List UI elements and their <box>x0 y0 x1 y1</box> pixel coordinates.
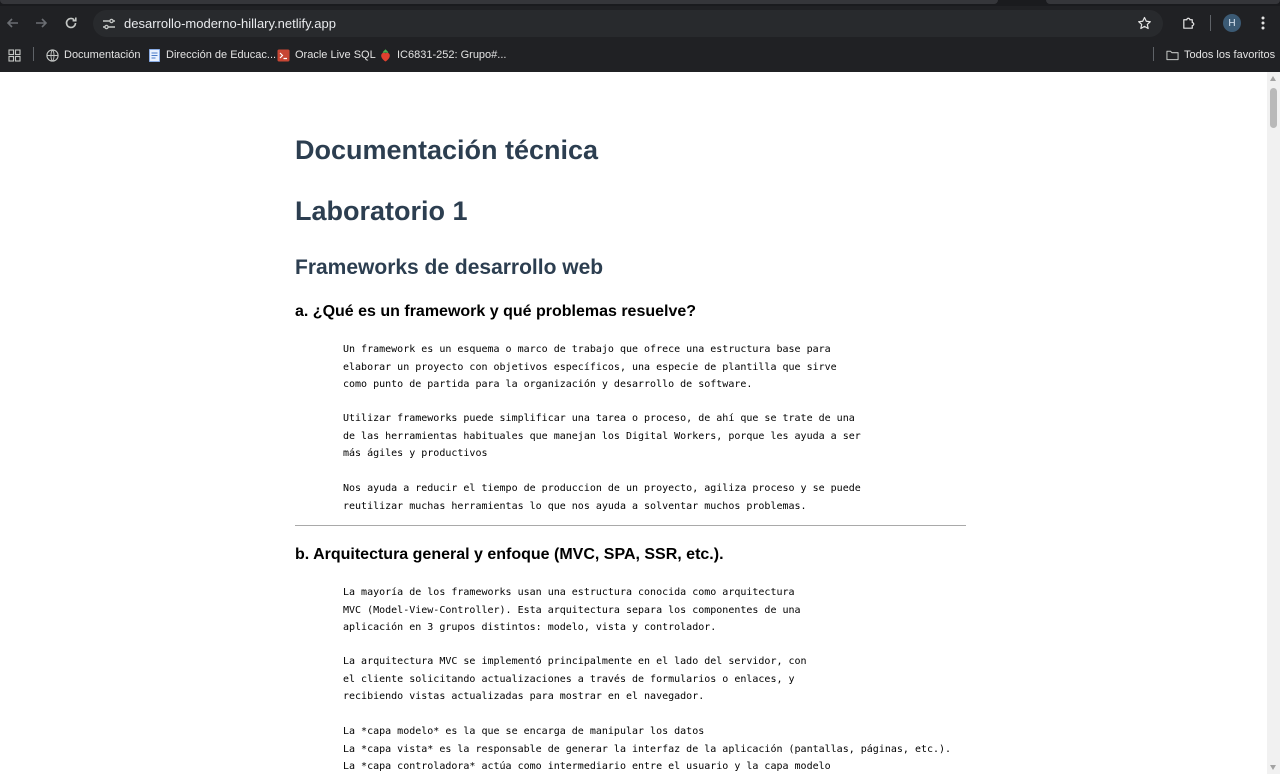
question-b-paragraph: La arquitectura MVC se implementó princi… <box>343 656 807 702</box>
bookmarks-divider <box>33 47 34 61</box>
arrow-left-icon <box>6 18 18 28</box>
url-text[interactable]: desarrollo-moderno-hillary.netlify.app <box>124 16 336 31</box>
address-bar[interactable]: desarrollo-moderno-hillary.netlify.app <box>93 10 1163 37</box>
globe-icon <box>46 48 59 62</box>
question-b-paragraph: La *capa modelo* es la que se encarga de… <box>343 726 952 772</box>
bookmark-label: IC6831-252: Grupo#... <box>397 49 507 61</box>
browser-chrome: desarrollo-moderno-hillary.netlify.app H… <box>0 0 1280 72</box>
question-a-paragraph: Nos ayuda a reducir el tiempo de producc… <box>343 483 861 512</box>
lab-title: Laboratorio 1 <box>295 196 468 226</box>
tab-strip <box>0 0 1280 6</box>
question-b-heading: b. Arquitectura general y enfoque (MVC, … <box>295 546 724 563</box>
reload-button[interactable] <box>59 11 83 35</box>
all-bookmarks-folder[interactable]: Todos los favoritos <box>1166 46 1275 64</box>
tab[interactable] <box>1046 0 1280 4</box>
bookmark-ic6831-grupo[interactable]: IC6831-252: Grupo#... <box>379 46 506 64</box>
bookmarks-divider <box>1153 47 1154 61</box>
page-title: Documentación técnica <box>295 135 599 165</box>
bookmark-oracle-live-sql[interactable]: Oracle Live SQL <box>277 46 376 64</box>
bookmark-star-icon[interactable] <box>1134 14 1154 33</box>
strawberry-icon <box>379 48 392 62</box>
reload-icon <box>65 17 77 29</box>
extensions-icon[interactable] <box>1177 12 1199 34</box>
bookmark-documentacion[interactable]: Documentación <box>46 46 140 64</box>
scroll-down-arrow-icon[interactable] <box>1270 765 1276 770</box>
page-viewport: Documentación técnica Laboratorio 1 Fram… <box>0 72 1267 774</box>
vertical-scrollbar[interactable] <box>1267 72 1280 774</box>
toolbar-divider <box>1210 15 1211 31</box>
back-button[interactable] <box>1 11 25 35</box>
scrollbar-thumb[interactable] <box>1270 88 1277 128</box>
question-a-heading: a. ¿Qué es un framework y qué problemas … <box>295 303 697 320</box>
scroll-up-arrow-icon[interactable] <box>1270 76 1276 81</box>
question-b-paragraph: La mayoría de los frameworks usan una es… <box>343 587 801 633</box>
apps-grid-icon[interactable] <box>8 46 21 64</box>
bookmark-direccion-educacion[interactable]: Dirección de Educac... <box>148 46 276 64</box>
question-a-paragraph: Un framework es un esquema o marco de tr… <box>343 344 837 390</box>
site-info-icon[interactable] <box>99 14 119 33</box>
all-bookmarks-label: Todos los favoritos <box>1184 49 1276 61</box>
bookmark-label: Dirección de Educac... <box>166 49 277 61</box>
profile-avatar[interactable]: H <box>1223 14 1241 32</box>
arrow-right-icon <box>36 18 48 28</box>
bookmark-label: Oracle Live SQL <box>295 49 376 61</box>
forward-button[interactable] <box>29 11 53 35</box>
section-title: Frameworks de desarrollo web <box>295 256 604 279</box>
folder-icon <box>1166 49 1179 62</box>
bookmark-label: Documentación <box>64 49 141 61</box>
bookmarks-bar: Documentación Dirección de Educac... Ora… <box>0 40 1280 70</box>
question-a-paragraph: Utilizar frameworks puede simplificar un… <box>343 413 861 459</box>
tab[interactable] <box>0 0 998 4</box>
terminal-icon <box>277 49 290 62</box>
document-icon <box>148 48 161 62</box>
more-menu-icon[interactable] <box>1254 12 1272 34</box>
section-divider <box>295 525 966 526</box>
